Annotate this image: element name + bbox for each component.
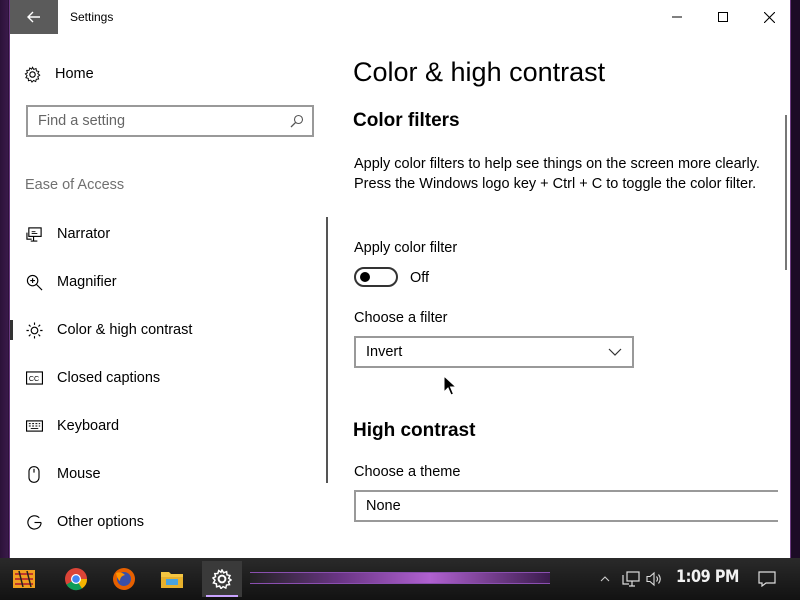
wallpaper-band	[250, 572, 550, 584]
svg-text:CC: CC	[28, 375, 38, 383]
sidebar-item-narrator[interactable]: Narrator	[10, 210, 330, 258]
gear-icon	[24, 65, 41, 83]
network-icon	[622, 571, 640, 587]
back-button[interactable]	[10, 0, 58, 34]
magnifier-icon	[25, 273, 43, 291]
sidebar-item-color-high-contrast[interactable]: Color & high contrast	[10, 306, 330, 354]
filter-select[interactable]: Invert	[354, 336, 634, 368]
sidebar-item-label: Narrator	[57, 226, 111, 242]
taskbar-file-explorer[interactable]	[152, 561, 192, 597]
maximize-button[interactable]	[700, 0, 746, 34]
search-box[interactable]	[26, 105, 314, 137]
sidebar-item-magnifier[interactable]: Magnifier	[10, 258, 330, 306]
search-icon	[290, 114, 304, 128]
close-icon	[763, 11, 775, 23]
choose-theme-label: Choose a theme	[354, 464, 461, 480]
taskbar: 1:09 PM	[0, 558, 800, 600]
firefox-icon	[113, 568, 135, 590]
title-bar: Settings	[10, 0, 790, 34]
sidebar-item-home[interactable]: Home	[24, 62, 94, 86]
start-icon	[13, 570, 35, 588]
narrator-icon	[25, 225, 43, 243]
taskbar-chrome[interactable]	[56, 561, 96, 597]
chevron-down-icon	[608, 348, 622, 356]
tray-overflow-button[interactable]	[600, 568, 610, 590]
pointer-arrow-icon	[443, 374, 458, 396]
sidebar-item-label: Home	[55, 66, 94, 82]
color-filters-description: Apply color filters to help see things o…	[354, 156, 760, 192]
taskbar-firefox[interactable]	[104, 561, 144, 597]
toggle-state-text: Off	[410, 270, 430, 286]
page-title: Color & high contrast	[353, 57, 606, 87]
close-button[interactable]	[746, 0, 790, 34]
sidebar-nav: Narrator Magnifier Color & high contrast…	[10, 210, 330, 546]
other-options-icon	[25, 513, 43, 531]
action-center-icon	[758, 571, 776, 587]
sidebar: Home Ease of Access Narrator Magnifier	[10, 34, 340, 558]
sidebar-item-label: Closed captions	[57, 370, 161, 386]
minimize-button[interactable]	[654, 0, 700, 34]
sidebar-item-label: Other options	[57, 514, 145, 530]
color-filters-heading: Color filters	[353, 110, 460, 131]
taskbar-clock[interactable]: 1:09 PM	[676, 567, 739, 587]
color-filter-toggle[interactable]	[354, 267, 398, 287]
keyboard-icon	[25, 417, 43, 435]
mouse-pointer	[443, 374, 458, 402]
closed-captions-icon: CC	[25, 369, 43, 387]
chevron-up-icon	[600, 576, 610, 582]
search-input[interactable]	[38, 113, 268, 129]
sidebar-item-keyboard[interactable]: Keyboard	[10, 402, 330, 450]
back-arrow-icon	[27, 11, 40, 23]
file-explorer-icon	[161, 572, 183, 588]
start-button[interactable]	[4, 561, 44, 597]
minimize-icon	[672, 16, 682, 18]
window-title: Settings	[70, 10, 114, 24]
active-app-indicator	[206, 595, 238, 597]
sidebar-item-label: Color & high contrast	[57, 322, 193, 338]
sidebar-item-label: Keyboard	[57, 418, 120, 434]
taskbar-settings[interactable]	[202, 561, 242, 597]
sidebar-item-mouse[interactable]: Mouse	[10, 450, 330, 498]
settings-icon	[212, 569, 232, 589]
sidebar-item-label: Magnifier	[57, 274, 117, 290]
section-label: Ease of Access	[25, 177, 125, 193]
maximize-icon	[718, 12, 728, 22]
choose-filter-label: Choose a filter	[354, 310, 448, 326]
volume-icon	[646, 571, 661, 587]
sidebar-scrollbar[interactable]	[326, 217, 328, 483]
mouse-icon	[25, 465, 43, 483]
toggle-knob	[360, 272, 370, 282]
high-contrast-heading: High contrast	[353, 420, 476, 441]
theme-select[interactable]: None	[354, 490, 778, 522]
sidebar-item-other-options[interactable]: Other options	[10, 498, 330, 546]
sidebar-item-closed-captions[interactable]: CC Closed captions	[10, 354, 330, 402]
tray-volume[interactable]	[646, 568, 664, 590]
sidebar-item-label: Mouse	[57, 466, 101, 482]
brightness-icon	[25, 321, 43, 339]
settings-window: Settings Home Ease of Access	[9, 0, 791, 558]
chrome-icon	[65, 568, 88, 591]
theme-select-value: None	[366, 498, 401, 514]
action-center-button[interactable]	[758, 568, 776, 590]
apply-color-filter-label: Apply color filter	[354, 240, 458, 256]
main-content: Color & high contrast Color filters Appl…	[352, 34, 778, 558]
main-scrollbar[interactable]	[785, 115, 787, 270]
tray-network[interactable]	[622, 568, 640, 590]
filter-select-value: Invert	[366, 344, 403, 360]
